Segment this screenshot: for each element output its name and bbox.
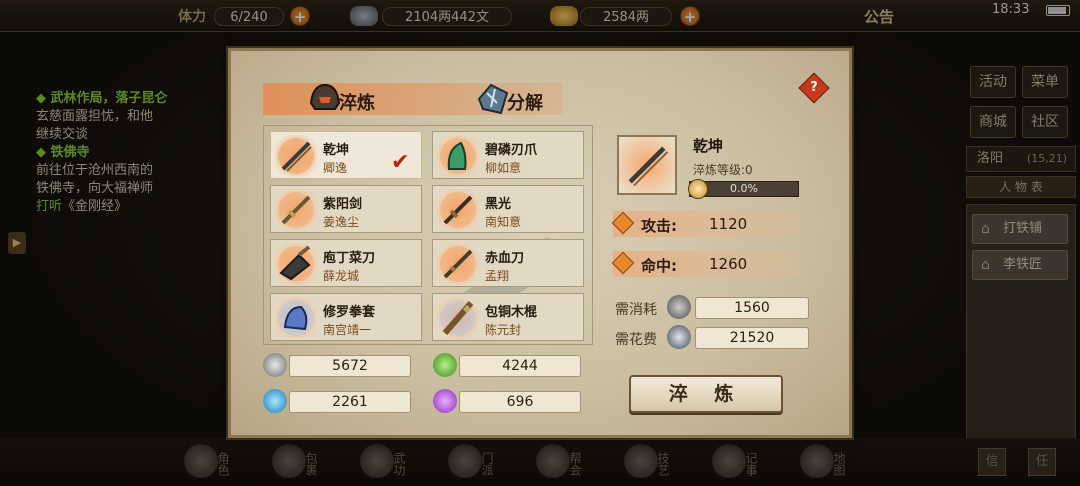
sword-icon	[437, 189, 479, 231]
attr-value: 1260	[709, 255, 748, 273]
cleaver-icon	[275, 243, 317, 285]
dual-blade-icon	[275, 135, 317, 177]
cost-money-label: 需花费	[615, 332, 657, 348]
attr-value: 1120	[709, 215, 748, 233]
weapon-owner: 南宫靖一	[323, 323, 372, 337]
weapon-owner: 陈元封	[485, 323, 522, 337]
resource-value: 2261	[289, 391, 411, 413]
refine-level: 淬炼等级:0	[693, 163, 753, 177]
weapon-owner: 柳如意	[485, 161, 522, 175]
weapon-owner: 姜逸尘	[323, 215, 360, 229]
diamond-icon	[611, 211, 635, 235]
sword-icon	[275, 189, 317, 231]
tab-decompose-label: 分解	[507, 93, 543, 114]
help-icon: ?	[810, 80, 818, 95]
attr-label: 攻击:	[641, 217, 677, 235]
gauntlet-icon	[275, 297, 317, 339]
selected-weapon-name: 乾坤	[693, 137, 724, 155]
weapon-item-black-light[interactable]: 黑光 南知意	[432, 185, 584, 233]
weapon-name: 紫阳剑	[323, 197, 363, 212]
refine-button[interactable]: 淬 炼	[629, 375, 783, 413]
weapon-name: 黑光	[485, 197, 512, 212]
cost-material-value: 1560	[695, 297, 809, 319]
refine-progress-bar: 0.0%	[688, 179, 799, 199]
diamond-icon	[611, 251, 635, 275]
selected-weapon-icon	[617, 135, 677, 195]
silver-ingot-icon	[667, 325, 691, 349]
tab-refine-label: 淬炼	[339, 93, 375, 114]
weapon-name: 修罗拳套	[323, 305, 376, 320]
resource-value: 4244	[459, 355, 581, 377]
weapon-item-cleaver[interactable]: 庖丁菜刀 薛龙城	[270, 239, 422, 287]
staff-icon	[437, 297, 479, 339]
weapon-item-shura-gauntlet[interactable]: 修罗拳套 南宫靖一	[270, 293, 422, 341]
blue-gem-icon	[263, 389, 287, 413]
weapon-name: 碧磷刃爪	[485, 143, 538, 158]
checkmark-icon: ✔	[391, 150, 410, 175]
weapon-item-qiankun[interactable]: 乾坤 卿逸 ✔	[270, 131, 422, 179]
weapon-item-bronze-staff[interactable]: 包铜木棍 陈元封	[432, 293, 584, 341]
claw-icon	[437, 135, 479, 177]
silver-ore-icon	[263, 353, 287, 377]
weapon-item-crimson-blade[interactable]: 赤血刀 孟翔	[432, 239, 584, 287]
weapon-name: 赤血刀	[485, 251, 525, 266]
attr-accuracy: 命中: 1260	[611, 251, 799, 277]
weapon-name: 乾坤	[323, 143, 350, 158]
help-button[interactable]: ?	[798, 72, 830, 104]
weapon-item-jade-claw[interactable]: 碧磷刃爪 柳如意	[432, 131, 584, 179]
green-gem-icon	[433, 353, 457, 377]
refine-dialog: 淬炼 分解 ? 乾坤 卿逸 ✔ 碧磷刃爪 柳如意 紫阳剑 姜逸尘 黑光 南知意 …	[228, 48, 852, 438]
weapon-list: 乾坤 卿逸 ✔ 碧磷刃爪 柳如意 紫阳剑 姜逸尘 黑光 南知意 庖丁菜刀 薛龙城…	[263, 125, 593, 345]
weapon-name: 包铜木棍	[485, 305, 538, 320]
weapon-name: 庖丁菜刀	[323, 251, 376, 266]
purple-gem-icon	[433, 389, 457, 413]
weapon-item-ziyang-sword[interactable]: 紫阳剑 姜逸尘	[270, 185, 422, 233]
cost-money-value: 21520	[695, 327, 809, 349]
blade-icon	[437, 243, 479, 285]
weapon-owner: 薛龙城	[323, 269, 360, 283]
cost-material-label: 需消耗	[615, 302, 657, 318]
weapon-owner: 南知意	[485, 215, 522, 229]
hammer-icon	[688, 179, 708, 199]
weapon-owner: 卿逸	[323, 161, 348, 175]
attr-attack: 攻击: 1120	[611, 211, 799, 237]
attr-label: 命中:	[641, 257, 677, 275]
resource-value: 5672	[289, 355, 411, 377]
resource-value: 696	[459, 391, 581, 413]
weapon-owner: 孟翔	[485, 269, 510, 283]
silver-ore-icon	[667, 295, 691, 319]
